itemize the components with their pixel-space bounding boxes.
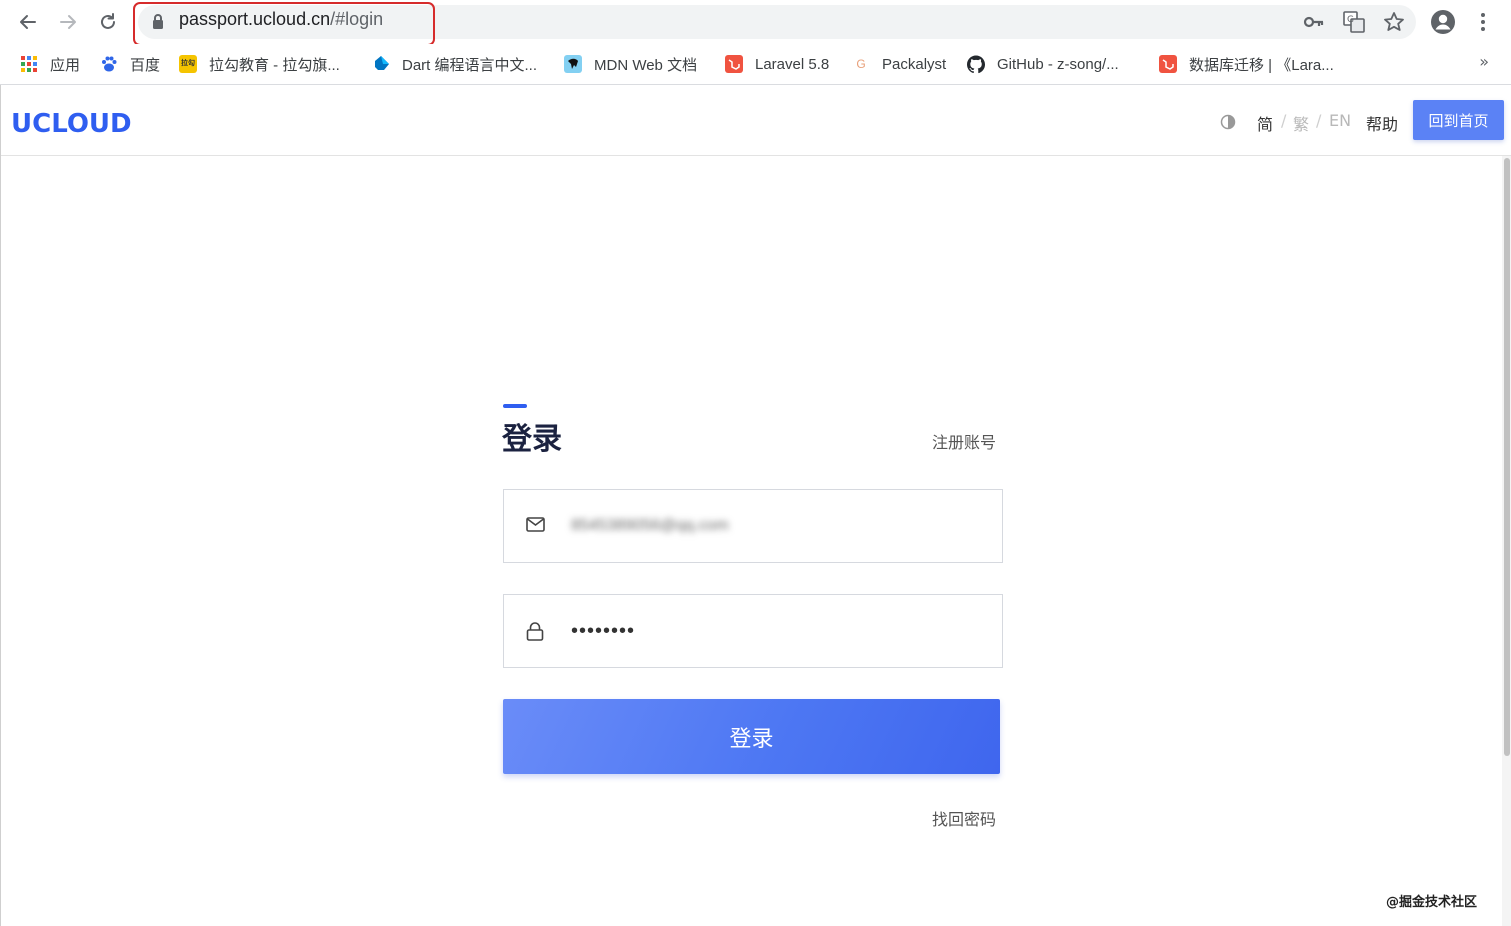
- url-highlight-annotation: [133, 2, 435, 46]
- bookmark-label: 数据库迁移 | 《Lara...: [1189, 56, 1334, 74]
- reload-button[interactable]: [94, 8, 122, 36]
- password-field[interactable]: [503, 594, 1003, 668]
- mail-icon: [526, 517, 545, 536]
- ucloud-logo[interactable]: UCLOUD: [11, 109, 132, 139]
- bookmark-label: 拉勾教育 - 拉勾旗...: [209, 56, 340, 74]
- apps-grid-icon: [20, 55, 38, 73]
- bookmark-label: 应用: [50, 56, 81, 74]
- bookmark-github[interactable]: GitHub - z-song/...: [967, 53, 1119, 75]
- login-title: 登录: [502, 422, 562, 457]
- bookmarks-bar: 应用 百度 拉勾 拉勾教育 - 拉勾旗... Dart 编程语言中文... MD…: [0, 44, 1511, 85]
- forward-button[interactable]: [54, 8, 82, 36]
- login-submit-button[interactable]: 登录: [503, 699, 1000, 774]
- scrollbar-thumb[interactable]: [1504, 158, 1510, 756]
- lock-icon: [526, 622, 544, 645]
- svg-text:G: G: [1347, 15, 1354, 25]
- title-accent-bar: [503, 404, 527, 408]
- lang-simplified[interactable]: 简: [1257, 111, 1273, 135]
- email-field[interactable]: [503, 489, 1003, 563]
- watermark: @掘金技术社区: [1386, 895, 1478, 910]
- bookmark-dart[interactable]: Dart 编程语言中文...: [372, 53, 537, 75]
- browser-menu-icon[interactable]: [1476, 11, 1490, 37]
- contrast-toggle-icon[interactable]: [1220, 114, 1236, 134]
- site-header: UCLOUD 简 / 繁 / EN 帮助 回到首页: [1, 85, 1511, 156]
- bookmark-db-migration[interactable]: 数据库迁移 | 《Lara...: [1159, 53, 1334, 75]
- bookmark-lagou[interactable]: 拉勾 拉勾教育 - 拉勾旗...: [179, 53, 340, 75]
- bookmark-label: 百度: [130, 56, 161, 74]
- bookmark-baidu[interactable]: 百度: [100, 53, 160, 75]
- github-icon: [967, 55, 985, 73]
- forward-arrow-icon: [60, 15, 76, 29]
- mdn-icon: [564, 55, 582, 73]
- bookmark-label: Laravel 5.8: [755, 55, 830, 73]
- bookmark-label: Packalyst: [882, 55, 947, 73]
- lang-english[interactable]: EN: [1329, 111, 1351, 130]
- bookmark-label: GitHub - z-song/...: [997, 55, 1119, 73]
- dart-icon: [372, 55, 390, 73]
- lagou-icon: 拉勾: [179, 55, 197, 73]
- laravel-icon: [725, 55, 743, 73]
- baidu-paw-icon: [100, 55, 118, 73]
- bookmark-label: MDN Web 文档: [594, 56, 698, 74]
- bookmark-label: Dart 编程语言中文...: [402, 56, 538, 74]
- laravel-icon: [1159, 55, 1177, 73]
- translate-icon[interactable]: G: [1343, 11, 1365, 37]
- back-to-home-button[interactable]: 回到首页: [1413, 100, 1504, 140]
- forgot-password-link[interactable]: 找回密码: [932, 806, 996, 830]
- reload-icon: [101, 13, 115, 29]
- back-button[interactable]: [14, 8, 42, 36]
- email-input[interactable]: [571, 490, 991, 562]
- bookmark-laravel[interactable]: Laravel 5.8: [725, 53, 829, 75]
- lang-separator: /: [1316, 111, 1322, 130]
- packalyst-icon: G: [856, 57, 866, 71]
- password-input[interactable]: [571, 595, 991, 667]
- profile-avatar-icon[interactable]: [1430, 9, 1456, 39]
- back-arrow-icon: [20, 15, 36, 29]
- lang-separator: /: [1281, 111, 1287, 130]
- register-account-link[interactable]: 注册账号: [932, 429, 996, 453]
- bookmark-apps[interactable]: 应用: [20, 53, 80, 75]
- bookmark-star-icon[interactable]: [1383, 11, 1405, 37]
- key-icon[interactable]: [1303, 11, 1325, 37]
- lang-traditional[interactable]: 繁: [1293, 111, 1309, 135]
- browser-toolbar: passport.ucloud.cn/#login G: [0, 0, 1511, 46]
- bookmark-mdn[interactable]: MDN Web 文档: [564, 53, 697, 75]
- bookmark-packalyst[interactable]: G Packalyst: [852, 53, 946, 75]
- help-link[interactable]: 帮助: [1366, 111, 1398, 135]
- bookmarks-overflow-button[interactable]: »: [1479, 52, 1489, 71]
